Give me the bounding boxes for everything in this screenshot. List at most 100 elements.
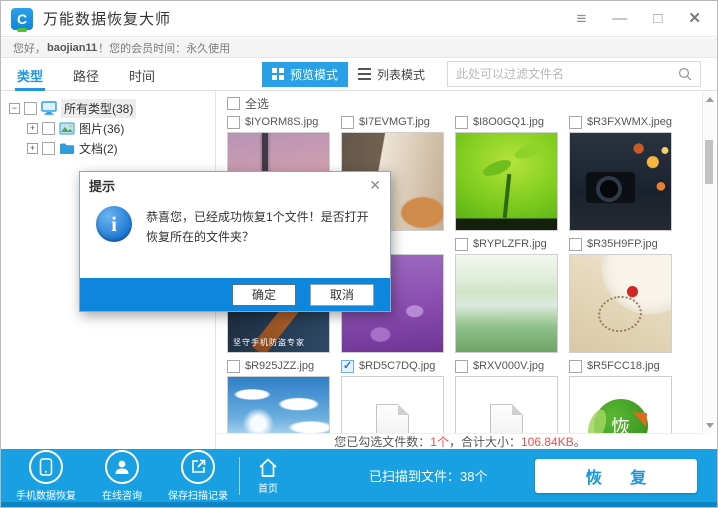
phone-icon [39,458,53,476]
sand-heart-mark [596,293,645,335]
collapse-icon[interactable]: − [9,103,20,114]
documents-checkbox[interactable] [42,142,55,155]
greeting-suffix: ！您的会员时间：永久使用 [98,40,230,56]
file-item[interactable]: $R3FXWMX.jpeg [569,112,683,132]
file-checkbox-checked[interactable] [341,360,354,373]
tree-item-all-types[interactable]: − 所有类型(38) [9,98,215,118]
selection-status-bar: 您已勾选文件数：1个，合计大小：106.84KB。 [217,433,703,449]
minimize-button[interactable]: — [612,11,627,26]
greeting-bar: 您好，baojian11！您的会员时间：永久使用 [1,38,717,58]
tree-label: 文档(2) [79,140,118,157]
file-item[interactable]: $R5FCC18.jpg [569,356,683,376]
file-name: $R35H9FP.jpg [587,238,658,250]
menu-icon[interactable]: ≡ [576,10,586,27]
thumbnail-blue-sky[interactable] [227,376,330,433]
expand-icon[interactable]: + [27,143,38,154]
file-item[interactable]: $RD5C7DQ.jpg [341,356,455,376]
search-input[interactable] [456,67,678,81]
toolbar: 类型 路径 时间 预览模式 列表模式 [1,58,717,91]
file-item[interactable]: $R35H9FP.jpg [569,234,683,254]
file-item[interactable]: $IYORM8S.jpg [227,112,341,132]
ok-button[interactable]: 确定 [232,284,296,306]
thumbnail-recovery-logo[interactable]: 恢 [569,376,672,433]
home-button[interactable]: 首页 [256,456,280,495]
folder-icon [59,142,75,155]
tree-item-pictures[interactable]: + 图片(36) [9,118,215,138]
home-label: 首页 [258,480,278,495]
file-name-row: $R925JZZ.jpg $RD5C7DQ.jpg $RXV000V.jpg $… [217,356,703,376]
tab-type[interactable]: 类型 [15,58,45,91]
file-checkbox[interactable] [569,360,582,373]
list-view-icon [358,68,371,80]
file-item[interactable]: $RXV000V.jpg [455,356,569,376]
scanned-files-count: 已扫描到文件：38个 [369,449,487,502]
file-item[interactable]: $RYPLZFR.jpg [455,234,569,254]
phone-recovery-label: 手机数据恢复 [16,487,76,502]
file-name: $RD5C7DQ.jpg [359,360,435,372]
phone-recovery-button[interactable]: 手机数据恢复 [15,450,77,502]
thumbnail-garden-lake[interactable] [455,254,558,353]
file-checkbox[interactable] [455,360,468,373]
file-checkbox[interactable] [227,116,240,129]
pictures-checkbox[interactable] [42,122,55,135]
close-button[interactable]: ✕ [688,11,701,26]
dialog-close-icon[interactable]: ✕ [369,177,381,194]
title-bar: C 万能数据恢复大师 ≡ — □ ✕ [1,1,717,37]
file-checkbox[interactable] [455,238,468,251]
list-mode-label: 列表模式 [377,66,425,83]
file-name: $R925JZZ.jpg [245,360,314,372]
filter-search-box[interactable] [447,61,701,87]
file-checkbox[interactable] [455,116,468,129]
file-name: $R5FCC18.jpg [587,360,660,372]
file-item[interactable]: $I7EVMGT.jpg [341,112,455,132]
file-checkbox[interactable] [569,116,582,129]
file-item[interactable]: $I8O0GQ1.jpg [455,112,569,132]
dialog-footer: 确定 取消 [80,278,390,311]
scroll-up-icon[interactable] [706,97,714,102]
computer-icon [41,101,57,115]
app-logo-icon: C [11,8,33,30]
file-name: $I8O0GQ1.jpg [473,116,544,128]
thumbnail-blank-document[interactable] [341,376,444,433]
document-icon [376,404,409,433]
all-types-checkbox[interactable] [24,102,37,115]
app-title: 万能数据恢复大师 [43,8,171,29]
file-checkbox[interactable] [341,116,354,129]
save-scan-record-button[interactable]: 保存扫描记录 [167,450,229,502]
greeting-prefix: 您好， [13,40,46,56]
preview-mode-button[interactable]: 预览模式 [262,62,348,87]
status-prefix: 您已勾选文件数： [334,433,430,450]
selected-size: 106.84KB [521,435,574,449]
select-all-checkbox[interactable] [227,97,240,110]
online-support-label: 在线咨询 [102,487,142,502]
recover-button[interactable]: 恢 复 [535,459,697,493]
file-checkbox[interactable] [227,360,240,373]
thumbnail-blank-document[interactable] [455,376,558,433]
maximize-button[interactable]: □ [653,11,662,26]
thumbnail-camera-night[interactable] [569,132,672,231]
search-icon [678,67,692,81]
home-icon [256,456,280,480]
list-mode-button[interactable]: 列表模式 [348,62,435,87]
success-dialog: 提示 ✕ i 恭喜您，已经成功恢复1个文件！是否打开恢复所在的文件夹？ 确定 取… [79,171,391,312]
online-support-button[interactable]: 在线咨询 [91,450,153,502]
select-all-label: 全选 [245,95,269,112]
dialog-message: 恭喜您，已经成功恢复1个文件！是否打开恢复所在的文件夹？ [146,206,374,248]
grid-view-icon [272,68,284,80]
tab-time[interactable]: 时间 [127,58,157,91]
file-checkbox[interactable] [569,238,582,251]
cancel-button[interactable]: 取消 [310,284,374,306]
tree-item-documents[interactable]: + 文档(2) [9,138,215,158]
tab-path[interactable]: 路径 [71,58,101,91]
file-name-row: $IYORM8S.jpg $I7EVMGT.jpg $I8O0GQ1.jpg $… [217,112,703,132]
document-icon [490,404,523,433]
scrollbar-thumb[interactable] [705,140,713,184]
dialog-title: 提示 [89,176,115,195]
file-item[interactable]: $R925JZZ.jpg [227,356,341,376]
scroll-down-icon[interactable] [706,423,714,428]
thumbnail-beach-heart[interactable] [569,254,672,353]
thumbnail-green-sprout[interactable] [455,132,558,231]
vertical-scrollbar[interactable] [702,92,715,433]
expand-icon[interactable]: + [27,123,38,134]
file-name: $RYPLZFR.jpg [473,238,547,250]
